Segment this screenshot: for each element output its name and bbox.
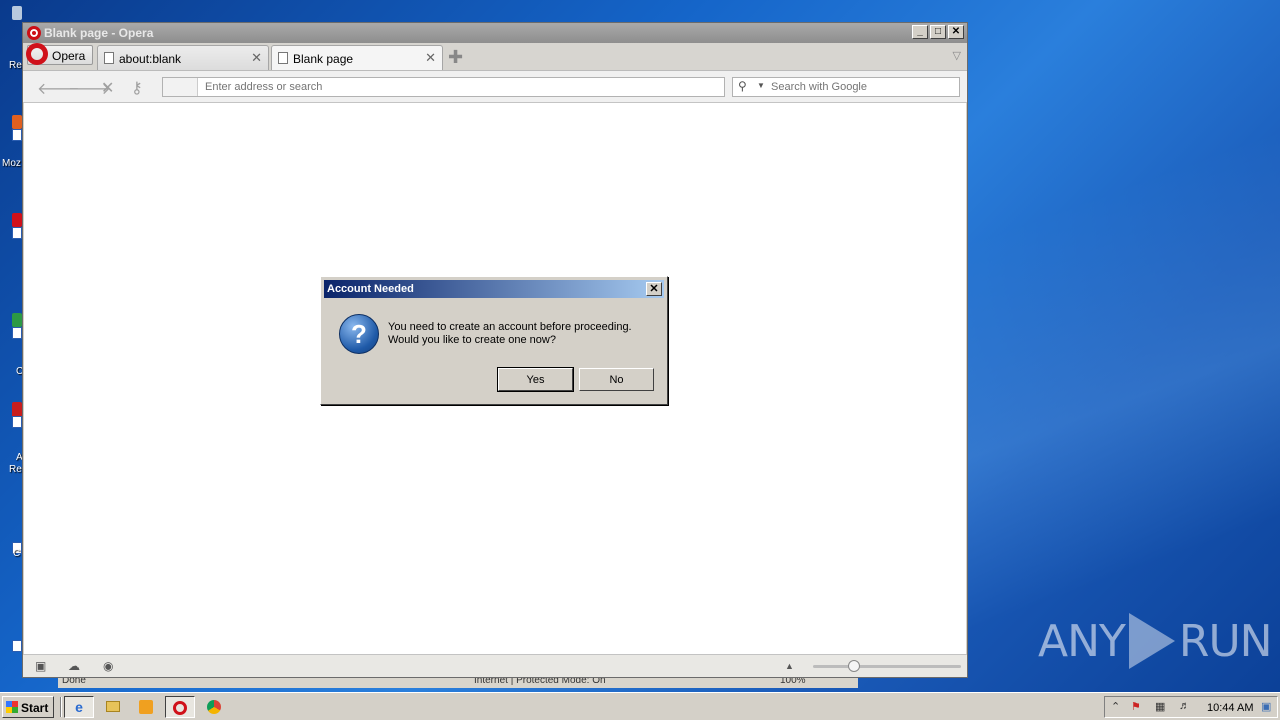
dialog-close-button[interactable]: ✕ xyxy=(646,282,662,296)
dialog-message: You need to create an account before pro… xyxy=(388,321,632,347)
site-info-badge[interactable] xyxy=(163,78,198,96)
action-center-icon[interactable]: ⚑ xyxy=(1131,700,1141,713)
firefox-shortcut-icon[interactable] xyxy=(0,115,22,143)
dialog-title: Account Needed xyxy=(327,283,414,295)
dialog-titlebar[interactable]: Account Needed ✕ xyxy=(324,280,664,298)
tab-label: about:blank xyxy=(119,52,182,66)
browser-statusbar: ▣ ☁ ◉ ▲ xyxy=(23,654,967,677)
window-titlebar[interactable]: Blank page - Opera _ □ ✕ xyxy=(23,23,967,43)
show-desktop-icon[interactable]: ▣ xyxy=(1261,700,1271,713)
volume-icon[interactable]: ♬ xyxy=(1179,700,1190,712)
taskbar-separator xyxy=(60,697,62,717)
page-icon xyxy=(278,52,288,64)
desktop-label-mozilla: Moz xyxy=(2,158,21,169)
yes-button[interactable]: Yes xyxy=(497,367,574,392)
dialog-message-line2: Would you like to create one now? xyxy=(388,334,556,346)
recycle-bin-icon[interactable] xyxy=(0,6,22,34)
taskbar: Start e ⌃ ⚑ ▦ ♬ 10:44 AM ▣ xyxy=(0,692,1280,720)
dialog-message-line1: You need to create an account before pro… xyxy=(388,321,632,333)
tab-close-icon[interactable]: ✕ xyxy=(251,50,262,66)
opera-logo-icon xyxy=(27,26,41,40)
zoom-up-icon[interactable]: ▲ xyxy=(785,661,794,671)
tab-menu-icon[interactable]: ▽ xyxy=(953,49,961,62)
shortcut-icon[interactable] xyxy=(0,626,22,654)
maximize-button[interactable]: □ xyxy=(930,25,946,39)
network-icon[interactable]: ▦ xyxy=(1155,700,1165,713)
media-icon[interactable] xyxy=(131,696,161,718)
search-box[interactable]: ⚲ ▼ xyxy=(732,77,960,97)
new-tab-icon[interactable]: ✚ xyxy=(448,47,463,68)
tab-about-blank[interactable]: about:blank ✕ xyxy=(97,45,269,70)
folder-icon[interactable] xyxy=(98,696,128,718)
cloud-icon[interactable]: ☁ xyxy=(68,659,80,673)
tab-strip: Opera about:blank ✕ Blank page ✕ ✚ ▽ xyxy=(23,43,967,70)
close-window-button[interactable]: ✕ xyxy=(948,25,964,39)
search-input[interactable] xyxy=(771,79,956,95)
page-icon xyxy=(104,52,114,64)
address-bar[interactable] xyxy=(162,77,725,97)
tab-close-icon[interactable]: ✕ xyxy=(425,50,436,66)
panel-toggle-icon[interactable]: ▣ xyxy=(35,659,46,673)
key-icon[interactable]: ⚷ xyxy=(131,78,143,98)
opera-o-icon xyxy=(26,43,48,65)
zoom-slider-handle[interactable] xyxy=(848,660,860,672)
clock[interactable]: 10:44 AM xyxy=(1207,702,1253,714)
system-tray: ⌃ ⚑ ▦ ♬ 10:44 AM ▣ xyxy=(1104,696,1278,718)
windows-flag-icon xyxy=(6,701,18,713)
question-icon: ? xyxy=(339,314,379,354)
minimize-button[interactable]: _ xyxy=(912,25,928,39)
turbo-icon[interactable]: ◉ xyxy=(103,659,113,673)
address-input[interactable] xyxy=(205,79,715,95)
tray-chevron-icon[interactable]: ⌃ xyxy=(1111,700,1120,713)
acrobat-shortcut-icon[interactable] xyxy=(0,402,22,430)
opera-menu-button[interactable]: Opera xyxy=(26,43,93,65)
start-label: Start xyxy=(21,701,49,715)
chrome-shortcut-icon[interactable] xyxy=(0,313,22,341)
tab-label: Blank page xyxy=(293,52,354,66)
chrome-icon[interactable] xyxy=(199,696,229,718)
opera-shortcut-icon[interactable] xyxy=(0,213,22,241)
start-button[interactable]: Start xyxy=(2,696,54,718)
no-button[interactable]: No xyxy=(579,368,654,391)
tab-blank-page[interactable]: Blank page ✕ xyxy=(271,45,443,70)
desktop-label-c2: C xyxy=(13,548,21,559)
opera-icon[interactable] xyxy=(165,696,195,718)
opera-menu-label: Opera xyxy=(52,49,86,63)
search-icon[interactable]: ⚲ xyxy=(738,79,747,93)
desktop-label-recycle: Re xyxy=(9,60,22,71)
zoom-slider-track[interactable] xyxy=(813,665,961,668)
desktop-label-re: Re xyxy=(9,464,22,475)
account-needed-dialog: Account Needed ✕ ? You need to create an… xyxy=(320,276,668,405)
stop-icon[interactable]: ✕ xyxy=(101,78,114,98)
window-title: Blank page - Opera xyxy=(44,26,154,40)
search-engine-dropdown-icon[interactable]: ▼ xyxy=(757,81,765,90)
navigation-toolbar: 🡐 🡒 ✕ ⚷ ⚲ ▼ xyxy=(23,70,967,103)
ie-icon[interactable]: e xyxy=(64,696,94,718)
anyrun-watermark: ANY RUN xyxy=(1038,606,1273,676)
